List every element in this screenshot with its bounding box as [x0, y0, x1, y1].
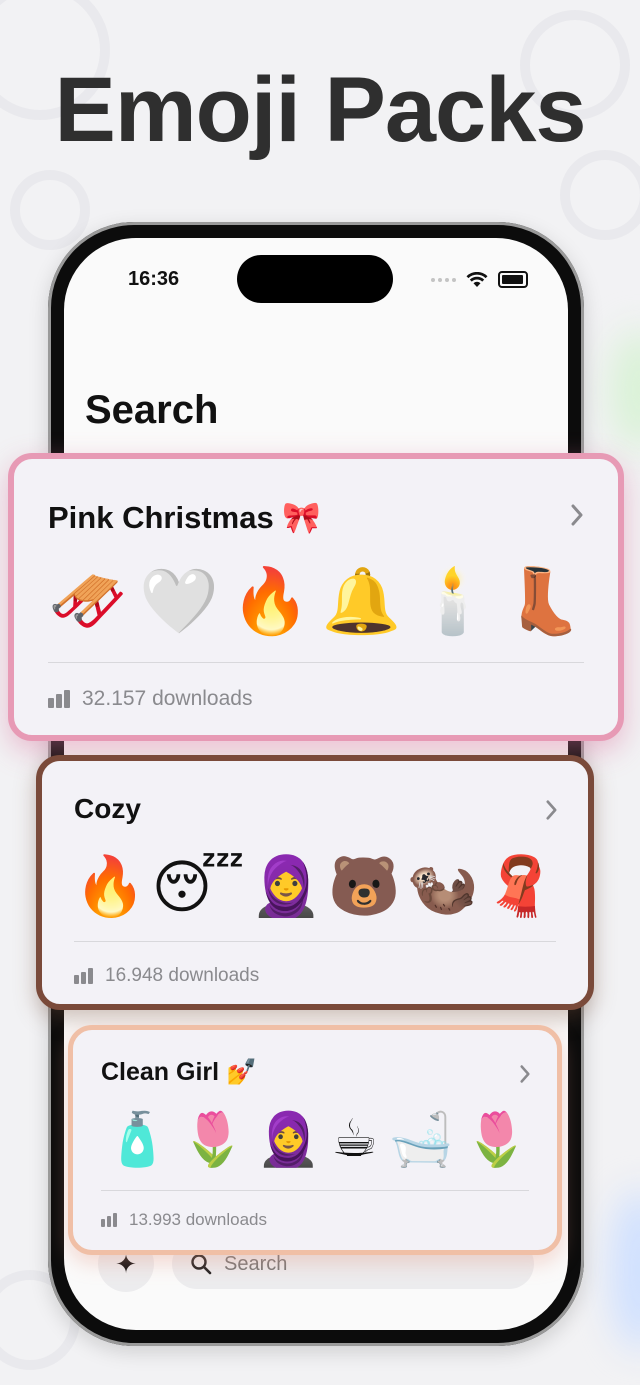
- bathtub-emoji[interactable]: 🛁: [389, 1109, 454, 1170]
- divider: [48, 662, 584, 663]
- chevron-right-icon[interactable]: [545, 799, 558, 821]
- pack-title-text: Pink Christmas: [48, 500, 274, 535]
- flowers-emoji[interactable]: 🌷: [180, 1109, 245, 1170]
- robed-person-emoji[interactable]: 🧕: [256, 1109, 321, 1170]
- pack-card-pink-christmas[interactable]: Pink Christmas 🎀 🛷 🤍 🔥 🔔 🕯️ 👢 32.157 dow…: [8, 453, 624, 741]
- emoji-row: 🔥 😴 🧕 🐻 🦦 🧣: [74, 851, 556, 923]
- downloads-text: 32.157 downloads: [82, 687, 253, 710]
- perfume-emoji[interactable]: 🧴: [105, 1109, 170, 1170]
- emoji-row: 🧴 🌷 🧕 ☕ 🛁 🌷: [105, 1106, 529, 1172]
- downloads-text: 16.948 downloads: [105, 965, 260, 986]
- search-icon: [191, 1254, 212, 1275]
- chart-bars-icon: [101, 1213, 117, 1227]
- boot-emoji[interactable]: 👢: [504, 564, 584, 639]
- signal-dots-icon: [431, 277, 456, 282]
- otter-blanket-emoji[interactable]: 🦦: [406, 853, 478, 921]
- mug-emoji[interactable]: ☕: [331, 1109, 378, 1169]
- background-glow: [610, 330, 640, 450]
- bear-blanket-emoji[interactable]: 🐻: [328, 853, 400, 921]
- chart-bars-icon: [48, 690, 70, 708]
- sleigh-emoji[interactable]: 🛷: [48, 564, 128, 639]
- candle-emoji[interactable]: 🕯️: [413, 564, 493, 639]
- dynamic-island: [237, 255, 393, 303]
- scarf-emoji[interactable]: 🧣: [484, 853, 556, 921]
- pack-card-cozy[interactable]: Cozy 🔥 😴 🧕 🐻 🦦 🧣 16.948 downloads: [36, 755, 594, 1010]
- headline: Emoji Packs: [54, 59, 586, 161]
- ribbon-icon: 🎀: [282, 500, 321, 535]
- divider: [74, 941, 556, 942]
- divider: [101, 1190, 529, 1191]
- pack-title-text: Clean Girl: [101, 1058, 220, 1086]
- pack-card-clean-girl[interactable]: Clean Girl 💅 🧴 🌷 🧕 ☕ 🛁 🌷 13.993 download…: [68, 1025, 562, 1255]
- battery-icon: [498, 271, 528, 288]
- fireplace-emoji[interactable]: 🔥: [74, 853, 146, 921]
- search-placeholder: Search: [224, 1252, 288, 1275]
- status-time: 16:36: [128, 268, 180, 290]
- chevron-right-icon[interactable]: [519, 1064, 531, 1084]
- pack-title: Clean Girl 💅: [101, 1058, 257, 1087]
- nail-polish-icon: 💅: [226, 1058, 258, 1086]
- chevron-right-icon[interactable]: [570, 503, 584, 527]
- background-doodle: [560, 150, 640, 240]
- chart-bars-icon: [74, 968, 93, 984]
- pack-title: Cozy: [74, 793, 141, 825]
- background-doodle: [10, 170, 90, 250]
- background-glow: [610, 1190, 640, 1350]
- emoji-row: 🛷 🤍 🔥 🔔 🕯️ 👢: [48, 561, 584, 641]
- screen-title: Search: [85, 388, 219, 432]
- pack-title: Pink Christmas 🎀: [48, 499, 321, 536]
- heart-emoji[interactable]: 🤍: [139, 564, 219, 639]
- downloads-text: 13.993 downloads: [129, 1210, 268, 1229]
- download-count: 13.993 downloads: [101, 1210, 267, 1230]
- sleeping-emoji[interactable]: 😴: [152, 853, 245, 921]
- wifi-icon: [466, 271, 488, 287]
- pack-title-text: Cozy: [74, 793, 141, 824]
- bell-emoji[interactable]: 🔔: [322, 564, 402, 639]
- hooded-person-emoji[interactable]: 🧕: [250, 853, 322, 921]
- status-icons: [431, 271, 528, 288]
- download-count: 32.157 downloads: [48, 687, 252, 711]
- tulips-emoji[interactable]: 🌷: [464, 1109, 529, 1170]
- fireplace-emoji[interactable]: 🔥: [231, 564, 311, 639]
- download-count: 16.948 downloads: [74, 965, 259, 987]
